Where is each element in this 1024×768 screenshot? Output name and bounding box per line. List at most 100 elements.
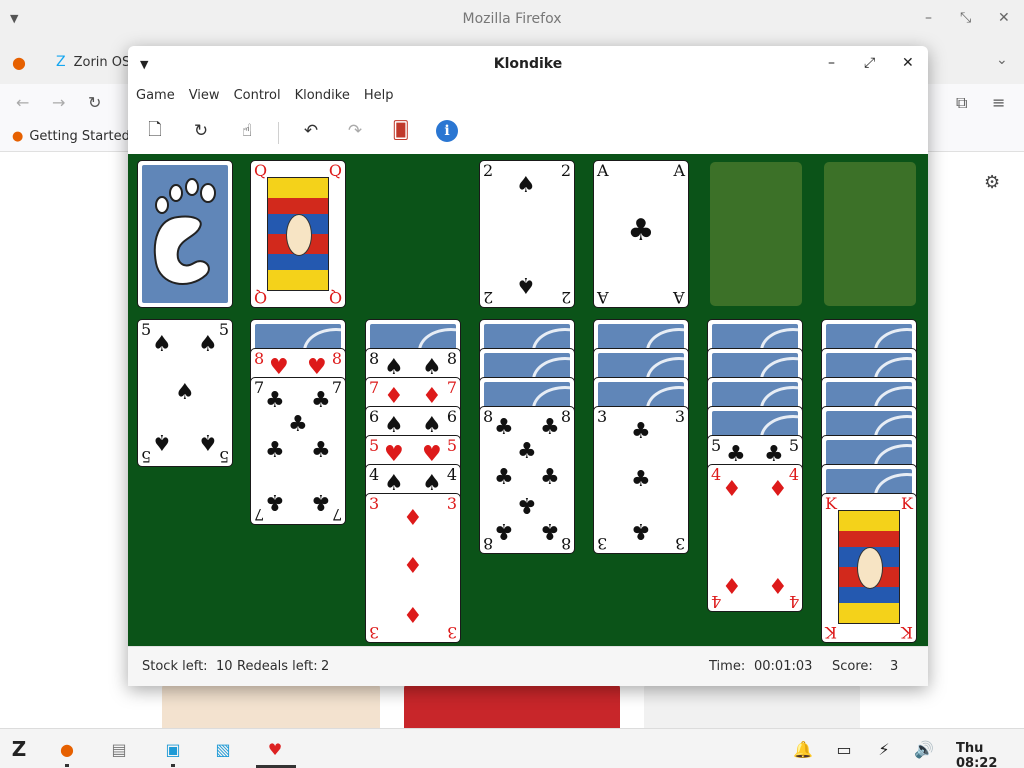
diamond-icon: ♦ bbox=[722, 575, 742, 600]
power-icon[interactable]: ⚡ bbox=[873, 738, 895, 760]
game-table[interactable]: Q Q Q Q 2 2 2 2 ♠ ♠ A A A A ♣ 5 5 5 5 ♠ … bbox=[128, 154, 928, 646]
tableau-card[interactable]: 3 3 3 3 ♦ ♦ ♦ bbox=[365, 493, 461, 643]
club-icon: ♣ bbox=[764, 442, 784, 467]
card-rank: 6 bbox=[369, 407, 380, 426]
club-icon: ♣ bbox=[540, 465, 560, 490]
card-rank: 3 bbox=[369, 494, 380, 513]
menu-klondike[interactable]: Klondike bbox=[295, 84, 358, 108]
club-icon: ♣ bbox=[311, 438, 331, 463]
score-value: 3 bbox=[890, 659, 899, 674]
clock[interactable]: Thu 08:22 bbox=[956, 741, 1024, 768]
gear-icon[interactable]: ⚙ bbox=[984, 172, 1000, 193]
hamburger-menu-icon[interactable]: ≡ bbox=[992, 93, 1005, 112]
heart-icon: ♥ bbox=[269, 355, 289, 380]
club-icon: ♣ bbox=[494, 518, 514, 543]
display-icon[interactable]: ▭ bbox=[833, 738, 855, 760]
tableau-card[interactable]: K K K K bbox=[821, 493, 917, 643]
card-rank: A bbox=[597, 161, 609, 180]
card-rank: 4 bbox=[788, 592, 799, 611]
card-rank: 5 bbox=[218, 320, 229, 339]
card-rank: 5 bbox=[788, 436, 799, 455]
card-rank: 8 bbox=[560, 534, 571, 553]
shortcut-thumbnail[interactable] bbox=[644, 684, 860, 728]
foundation-pile-2[interactable]: A A A A ♣ bbox=[593, 160, 689, 308]
waste-card[interactable]: Q Q Q Q bbox=[250, 160, 346, 308]
volume-icon[interactable]: 🔊 bbox=[913, 738, 935, 760]
stock-pile[interactable] bbox=[137, 160, 233, 308]
foundation-pile-3[interactable] bbox=[710, 162, 802, 306]
tableau-card[interactable]: 7 7 7 7 ♣ ♣ ♣ ♣ ♣ ♣ ♣ bbox=[250, 377, 346, 525]
menu-help[interactable]: Help bbox=[364, 84, 402, 108]
extensions-icon[interactable]: ⧉ bbox=[956, 93, 967, 113]
card-rank: 5 bbox=[446, 436, 457, 455]
card-rank: 8 bbox=[254, 349, 265, 368]
stock-left-value: 10 bbox=[216, 659, 233, 674]
reload-icon[interactable]: ↻ bbox=[88, 93, 101, 112]
software-store-icon[interactable]: ▣ bbox=[162, 738, 184, 760]
tableau-card[interactable]: 4 4 4 4 ♦ ♦ ♦ ♦ bbox=[707, 464, 803, 612]
zorin-connect-icon[interactable]: ▧ bbox=[212, 738, 234, 760]
tableau-card[interactable]: 5 5 5 5 ♠ ♠ ♠ ♠ ♠ bbox=[137, 319, 233, 467]
tableau-card[interactable]: 3 3 3 3 ♣ ♣ ♣ bbox=[593, 406, 689, 554]
files-icon[interactable]: ▤ bbox=[108, 738, 130, 760]
score-label: Score: bbox=[832, 659, 873, 674]
diamond-icon: ♦ bbox=[403, 604, 423, 629]
card-rank: 5 bbox=[711, 436, 722, 455]
new-game-icon[interactable]: 🗋 bbox=[142, 118, 168, 144]
card-rank: 4 bbox=[711, 465, 722, 484]
card-rank: 4 bbox=[369, 465, 380, 484]
back-icon[interactable]: ← bbox=[16, 93, 29, 112]
tab-zorin[interactable]: Z Zorin OS bbox=[56, 46, 130, 78]
shortcut-thumbnail[interactable] bbox=[162, 684, 380, 728]
info-icon-wrap[interactable]: i bbox=[434, 118, 460, 144]
redo-icon[interactable]: ↷ bbox=[342, 118, 368, 144]
spade-icon: ♠ bbox=[384, 355, 404, 380]
close-icon[interactable]: ✕ bbox=[998, 10, 1010, 26]
diamond-icon: ♦ bbox=[768, 575, 788, 600]
undo-icon[interactable]: ↶ bbox=[298, 118, 324, 144]
redeals-left-value: 2 bbox=[321, 659, 330, 674]
restore-icon[interactable]: ⤡ bbox=[960, 10, 971, 26]
deal-icon[interactable]: 🂠 bbox=[388, 118, 414, 144]
tableau-card[interactable]: 8 8 8 8 ♣ ♣ ♣ ♣ ♣ ♣ ♣ ♣ bbox=[479, 406, 575, 554]
card-rank: A bbox=[673, 161, 685, 180]
menu-control[interactable]: Control bbox=[234, 84, 289, 108]
card-rank: K bbox=[901, 494, 913, 513]
tab-list-icon[interactable]: ⌄ bbox=[996, 52, 1008, 68]
firefox-icon[interactable]: ● bbox=[56, 738, 78, 760]
club-icon: ♣ bbox=[311, 388, 331, 413]
card-rank: 2 bbox=[483, 161, 494, 180]
spade-icon: ♠ bbox=[198, 429, 218, 454]
card-rank: Q bbox=[254, 288, 268, 307]
notifications-icon[interactable]: 🔔 bbox=[792, 738, 814, 760]
running-indicator bbox=[171, 764, 175, 767]
foundation-pile-4[interactable] bbox=[824, 162, 916, 306]
shortcut-thumbnail[interactable] bbox=[404, 684, 620, 728]
card-rank: 7 bbox=[254, 505, 265, 524]
maximize-icon[interactable]: ⤢ bbox=[864, 55, 875, 71]
hint-icon[interactable]: ☝ bbox=[234, 118, 260, 144]
minimize-icon[interactable]: – bbox=[828, 55, 835, 71]
heart-icon: ♥ bbox=[422, 442, 442, 467]
menu-view[interactable]: View bbox=[189, 84, 228, 108]
close-icon[interactable]: ✕ bbox=[902, 55, 914, 71]
restart-icon[interactable]: ↻ bbox=[188, 118, 214, 144]
spade-icon: ♠ bbox=[175, 380, 195, 405]
forward-icon[interactable]: → bbox=[52, 93, 65, 112]
bookmark-getting-started[interactable]: ● Getting Started bbox=[12, 129, 130, 144]
info-icon: i bbox=[436, 120, 458, 142]
solitaire-icon[interactable]: ♥ bbox=[264, 738, 286, 760]
firefox-window-title: Mozilla Firefox bbox=[462, 11, 562, 27]
foundation-pile-1[interactable]: 2 2 2 2 ♠ ♠ bbox=[479, 160, 575, 308]
card-rank: 8 bbox=[369, 349, 380, 368]
firefox-view-icon[interactable]: ● bbox=[12, 46, 26, 78]
menu-game[interactable]: Game bbox=[136, 84, 183, 108]
club-icon: ♣ bbox=[631, 518, 651, 543]
club-icon: ♣ bbox=[517, 439, 537, 464]
firefox-icon: ● bbox=[12, 129, 24, 144]
card-rank: 8 bbox=[560, 407, 571, 426]
minimize-icon[interactable]: – bbox=[925, 10, 932, 26]
zorin-menu-icon[interactable]: Z bbox=[8, 737, 30, 761]
spade-icon: ♠ bbox=[384, 413, 404, 438]
club-icon: ♣ bbox=[494, 415, 514, 440]
